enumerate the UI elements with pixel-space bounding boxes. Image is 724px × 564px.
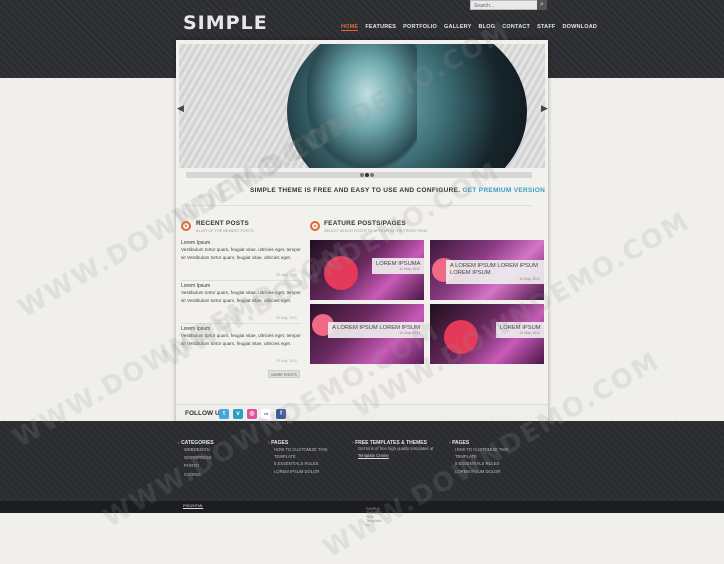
slider-dot-1[interactable] [360,173,364,177]
post-date: 20 May, 2011 [276,316,297,320]
footer-link[interactable]: HOW TO CUSTOMIZE THIS TEMPLATE [274,446,344,460]
nav-gallery[interactable]: GALLERY [444,24,471,31]
site-logo[interactable]: SIMPLE [183,12,268,34]
recent-posts-subtitle: A LIST OF THE NEWEST POSTS [196,229,254,233]
more-posts-button[interactable]: MORE POSTS [268,370,300,378]
magnifier-icon: ⌕ [540,1,544,8]
footer-text: Get tons of free high quality templates … [358,446,444,459]
divider [186,205,532,206]
vimeo-icon[interactable]: v [233,409,243,419]
feature-date: 10 May, 2011 [399,267,420,271]
chevron-right-icon: › [352,440,354,446]
nav-features[interactable]: FEATURES [365,24,396,31]
copyright-text: SIMPLE THEME | Web Template by PSD2HTML [183,504,381,527]
feature-posts-icon [310,221,320,231]
feature-caption: LOREM IPSUMA 10 May, 2011 [372,258,424,274]
feature-caption: A LOREM IPSUM LOREM IPSUM LOREM IPSUM 10… [446,260,544,284]
nav-download[interactable]: DOWNLOAD [562,24,597,31]
chevron-right-icon: › [449,440,451,446]
feature-title: A LOREM IPSUM LOREM IPSUM LOREM IPSUM [450,263,538,276]
footer-col-templates: › FREE TEMPLATES & THEMES Get tons of fr… [352,440,444,459]
template-creme-link[interactable]: Template Creme [358,453,389,458]
feature-date: 10 May, 2011 [519,277,540,281]
footer [0,421,724,501]
chevron-right-icon: › [178,440,180,446]
nav-staff[interactable]: STAFF [537,24,555,31]
search-input[interactable]: Search... [470,0,546,10]
copyright-link[interactable]: PSD2HTML [183,504,203,508]
twitter-icon[interactable]: t [219,409,229,419]
slider-dot-3[interactable] [370,173,374,177]
chevron-right-icon[interactable]: ▶ [540,102,549,114]
slider-dot-2[interactable] [365,173,369,177]
footer-link[interactable]: 5 ESSENTIALS RULES [274,460,344,468]
footer-link[interactable]: LOREM IPSUM DOLOR [274,468,344,476]
post-excerpt: Vestibulum tortor quam, feugiat vitae, u… [181,247,301,260]
main-nav: HOME FEATURES PORTFOLIO GALLERY BLOG CON… [341,24,597,31]
footer-col-pages: › PAGES HOW TO CUSTOMIZE THIS TEMPLATE 5… [268,440,344,476]
post-date: 20 May, 2011 [276,359,297,363]
tagline: SIMPLE THEME IS FREE AND EASY TO USE AND… [250,187,545,194]
chevron-left-icon[interactable]: ◀ [176,102,185,114]
nav-home[interactable]: HOME [341,24,359,31]
nav-portfolio[interactable]: PORTFOLIO [403,24,437,31]
search-button[interactable]: ⌕ [537,0,547,10]
footer-text-body: Get tons of free high quality templates … [358,446,434,451]
feature-card[interactable]: A LOREM IPSUM LOREM IPSUM LOREM IPSUM 10… [430,240,544,300]
